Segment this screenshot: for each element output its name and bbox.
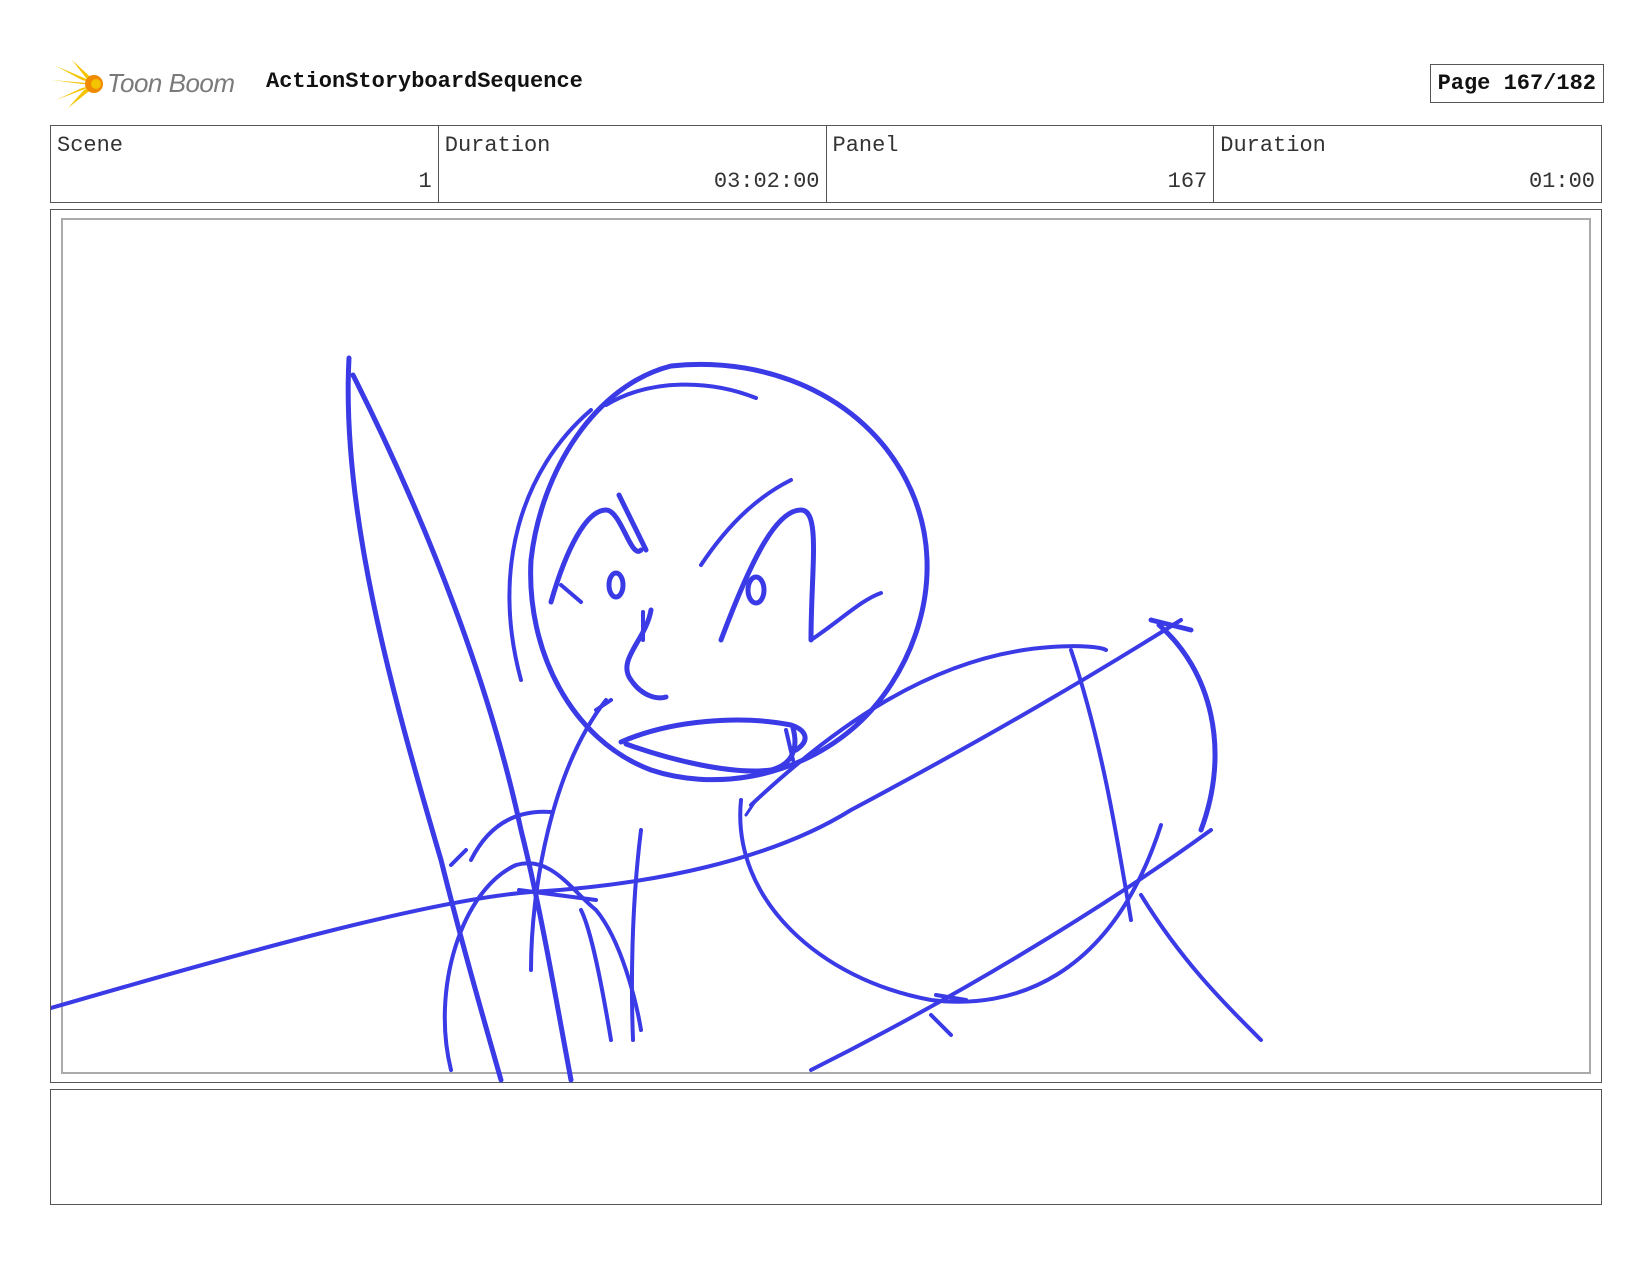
panel-duration-value: 01:00 [1528,169,1595,194]
cape-low [1139,893,1263,1042]
hair-line [507,408,593,682]
sketch-drawing [51,355,1263,1083]
hand-guard-left [449,848,468,867]
left-eye-mark [559,583,583,604]
head-outline [528,361,930,783]
starburst-icon [52,60,103,108]
mouth-bottom [623,725,798,774]
panel-duration-label: Duration [1220,133,1326,158]
storyboard-panel [50,209,1602,1083]
arm-upper [1069,648,1133,922]
mouth-top [618,717,808,753]
panel-cell: Panel 167 [827,126,1215,202]
sword-blade-left [345,355,504,1083]
panel-info-table: Scene 1 Duration 03:02:00 Panel 167 Dura… [50,125,1602,203]
toon-boom-logo: Toon Boom [52,58,252,110]
scene-value: 1 [418,169,432,194]
scene-label: Scene [57,133,124,158]
arm-top [749,644,1108,807]
scene-duration-cell: Duration 03:02:00 [439,126,827,202]
foot-mark [929,1013,953,1037]
scene-duration-label: Duration [444,133,551,158]
scene-cell: Scene 1 [51,126,439,202]
cape-end [1156,622,1218,833]
hand-finger [579,908,613,1042]
hand-top [469,809,553,862]
panel-label: Panel [832,133,899,158]
arm-lower [738,798,1163,1004]
logo-wordmark: Toon Boom [107,68,235,98]
page-header: Toon Boom ActionStoryboardSequence Page … [52,58,1604,110]
cheek-line [809,591,883,642]
arm-mark-small [744,798,758,817]
diagonal-line [809,828,1213,1072]
panel-value: 167 [1167,169,1208,194]
panel-duration-cell: Duration 01:00 [1214,126,1601,202]
sword-blade-right [350,372,574,1083]
panel-notes-box [50,1089,1602,1205]
ground-curve [51,618,1183,1010]
scene-duration-value: 03:02:00 [713,169,820,194]
nose [624,607,669,701]
project-title: ActionStoryboardSequence [266,69,583,94]
left-eye [606,570,626,600]
left-brow-stroke [616,492,649,553]
page-number: Page 167/182 [1429,64,1604,103]
right-brow-curve [718,507,816,643]
right-eye [745,574,767,606]
